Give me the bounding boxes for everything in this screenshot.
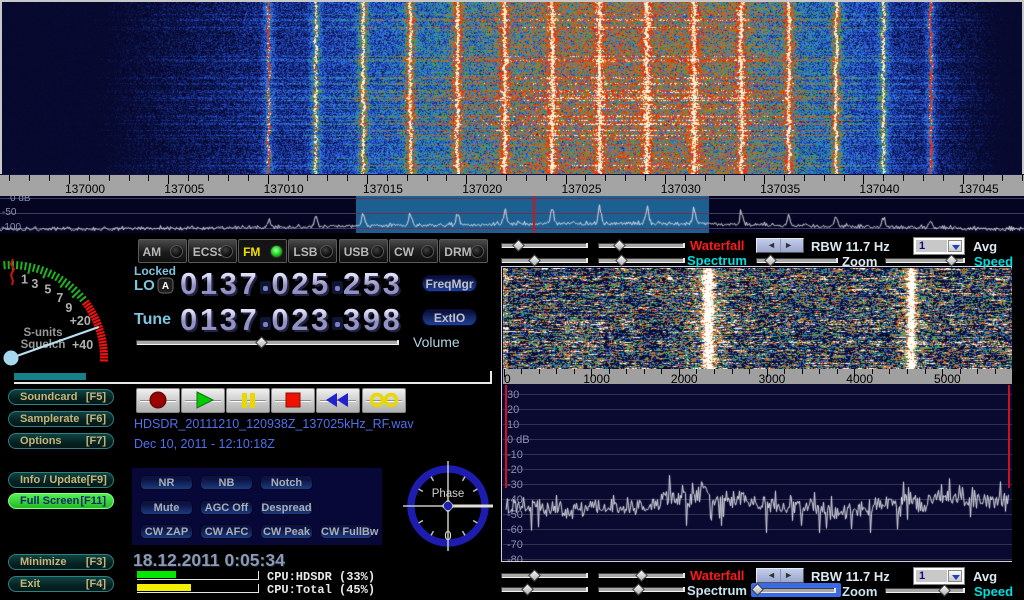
svg-text:+40: +40 — [72, 338, 93, 352]
svg-text:0: 0 — [444, 528, 451, 543]
svg-text:1: 1 — [21, 273, 28, 287]
svg-text:Phase: Phase — [432, 488, 465, 500]
svg-text:3: 3 — [31, 277, 38, 291]
svg-text:5: 5 — [44, 282, 51, 296]
svg-text:+20: +20 — [70, 314, 91, 328]
svg-text:A: A — [162, 281, 169, 292]
svg-text:S-units: S-units — [24, 327, 63, 339]
svg-text:7: 7 — [56, 291, 63, 305]
